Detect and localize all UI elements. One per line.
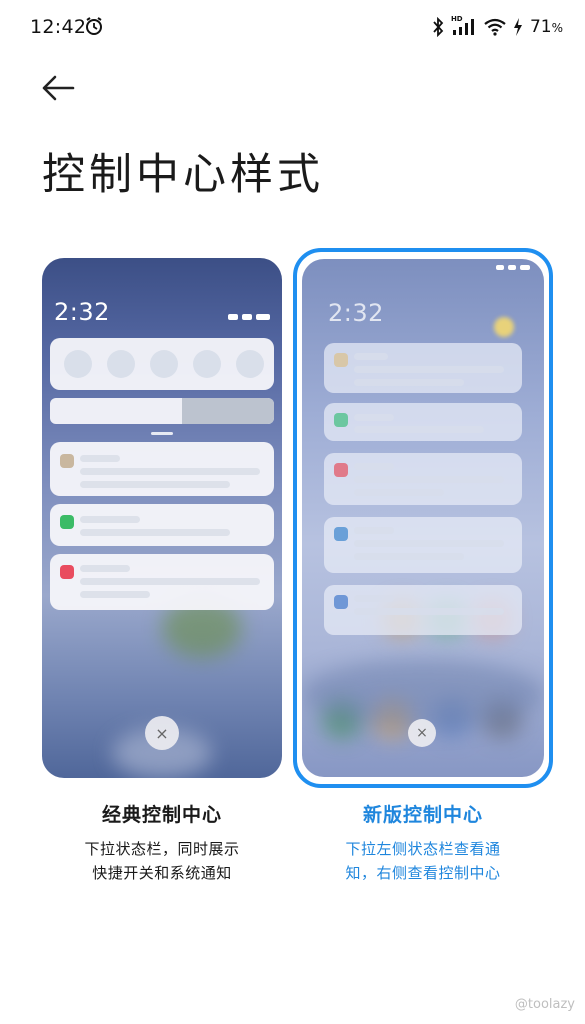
alarm-icon <box>86 17 102 35</box>
close-icon: × <box>145 716 179 750</box>
classic-style-title: 经典控制中心 <box>101 804 222 826</box>
battery-level: 71% <box>529 17 563 37</box>
brightness-slider <box>50 398 274 424</box>
drag-handle <box>151 432 173 435</box>
classic-style-option[interactable]: 经典控制中心 下拉状态栏，同时展示 快捷开关和系统通知 <box>42 800 282 885</box>
status-time: 12:42 <box>30 16 87 38</box>
back-arrow-icon[interactable] <box>40 72 76 104</box>
wifi-icon <box>484 18 506 36</box>
status-bar: 12:42 HD 71% <box>0 0 585 56</box>
signal-icon: HD <box>451 15 477 37</box>
notification-card <box>50 554 274 610</box>
classic-style-preview[interactable]: 2:32 × <box>42 258 282 778</box>
preview-status-icons <box>228 314 270 320</box>
charging-icon <box>513 18 522 36</box>
notification-card <box>50 504 274 546</box>
new-style-description: 下拉左侧状态栏查看通 知，右侧查看控制中心 <box>345 840 501 882</box>
watermark: @toolazy <box>514 997 575 1012</box>
selected-indicator[interactable] <box>293 248 553 788</box>
quick-toggles-panel <box>50 338 274 390</box>
new-style-option[interactable]: 新版控制中心 下拉左侧状态栏查看通 知，右侧查看控制中心 <box>302 800 544 885</box>
system-icons: HD 71% <box>432 15 563 38</box>
bluetooth-icon <box>433 17 444 37</box>
preview-time: 2:32 <box>54 298 110 326</box>
classic-style-description: 下拉状态栏，同时展示 快捷开关和系统通知 <box>84 840 240 882</box>
page-title: 控制中心样式 <box>42 150 324 200</box>
new-style-title: 新版控制中心 <box>362 804 483 826</box>
notification-card <box>50 442 274 496</box>
